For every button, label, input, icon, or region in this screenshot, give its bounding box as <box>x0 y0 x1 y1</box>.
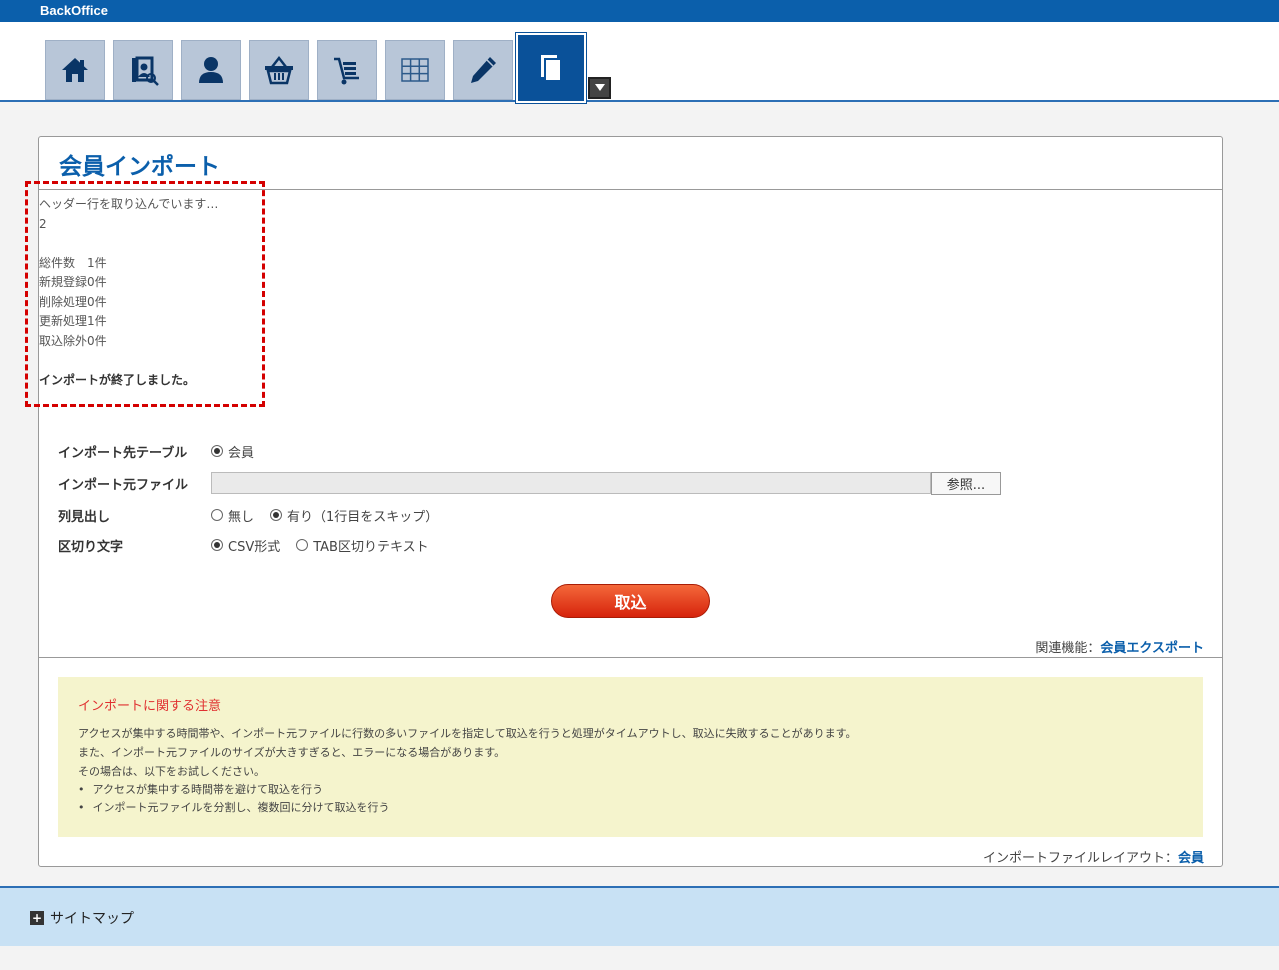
import-layout-reference: インポートファイルレイアウト：会員 <box>983 847 1204 866</box>
user-icon <box>199 57 223 83</box>
target-table-option-label: 会員 <box>228 445 255 461</box>
header-none-label: 無し <box>228 509 255 525</box>
page-title: 会員インポート <box>59 154 220 180</box>
grid-icon <box>401 58 429 82</box>
header-row: 列見出し 無し 有り（1行目をスキップ） <box>58 504 454 526</box>
home-icon <box>62 58 88 82</box>
delimiter-csv-label: CSV形式 <box>228 539 281 555</box>
cart-icon <box>334 57 359 85</box>
nav-edit-button[interactable] <box>453 40 513 100</box>
related-functions: 関連機能：会員エクスポート <box>1035 637 1204 656</box>
target-table-label: インポート先テーブル <box>58 445 188 461</box>
source-file-label: インポート元ファイル <box>58 477 189 493</box>
dropdown-arrow-icon <box>594 84 605 91</box>
plus-icon: + <box>30 911 44 925</box>
member-layout-link[interactable]: 会員 <box>1178 851 1204 866</box>
header-yes-option[interactable]: 有り（1行目をスキップ） <box>270 506 438 525</box>
sitemap-toggle[interactable]: + サイトマップ <box>30 908 134 928</box>
pencil-icon <box>471 57 496 83</box>
notes-line: また、インポート元ファイルのサイズが大きすぎると、エラーになる場合があります。 <box>78 746 506 759</box>
sitemap-label: サイトマップ <box>50 911 134 927</box>
section-divider <box>39 657 1222 658</box>
import-button[interactable]: 取込 <box>551 584 710 618</box>
top-bar: BackOffice <box>0 0 1279 22</box>
delimiter-label: 区切り文字 <box>58 539 124 555</box>
footer: + サイトマップ <box>0 886 1279 946</box>
delimiter-tab-label: TAB区切りテキスト <box>313 539 429 555</box>
nav-user-button[interactable] <box>181 40 241 100</box>
delimiter-csv-radio[interactable] <box>211 539 223 551</box>
related-label: 関連機能： <box>1035 641 1101 656</box>
nav-member-search-button[interactable] <box>113 40 173 100</box>
layout-label: インポートファイルレイアウト： <box>982 851 1178 866</box>
import-notes: インポートに関する注意 アクセスが集中する時間帯や、インポート元ファイルに行数の… <box>58 677 1203 837</box>
notes-bullet: アクセスが集中する時間帯を避けて取込を行う <box>78 781 1183 799</box>
member-search-icon <box>132 56 159 86</box>
nav-cart-button[interactable] <box>317 40 377 100</box>
nav-basket-button[interactable] <box>249 40 309 100</box>
source-file-row: インポート元ファイル 参照... <box>58 471 1001 495</box>
target-table-row: インポート先テーブル 会員 <box>58 440 270 462</box>
main-nav <box>0 22 1279 102</box>
member-export-link[interactable]: 会員エクスポート <box>1100 641 1204 656</box>
source-file-input[interactable] <box>211 472 931 494</box>
header-none-radio[interactable] <box>211 509 223 521</box>
target-table-radio[interactable] <box>211 445 223 457</box>
delimiter-tab-option[interactable]: TAB区切りテキスト <box>296 536 429 555</box>
nav-pages-button[interactable] <box>518 35 584 101</box>
nav-home-button[interactable] <box>45 40 105 100</box>
highlight-annotation <box>25 181 265 407</box>
notes-line: その場合は、以下をお試しください。 <box>78 765 265 778</box>
brand-label: BackOffice <box>40 3 108 18</box>
pages-icon <box>541 55 562 82</box>
header-none-option[interactable]: 無し <box>211 506 254 525</box>
delimiter-csv-option[interactable]: CSV形式 <box>211 536 280 555</box>
delimiter-row: 区切り文字 CSV形式 TAB区切りテキスト <box>58 534 445 556</box>
nav-grid-button[interactable] <box>385 40 445 100</box>
header-label: 列見出し <box>58 509 111 525</box>
nav-more-button[interactable] <box>588 77 611 99</box>
basket-icon <box>265 55 293 85</box>
header-yes-label: 有り（1行目をスキップ） <box>287 509 439 525</box>
notes-line: アクセスが集中する時間帯や、インポート元ファイルに行数の多いファイルを指定して取… <box>78 727 857 740</box>
target-table-option[interactable]: 会員 <box>211 442 254 461</box>
browse-button[interactable]: 参照... <box>931 471 1001 495</box>
delimiter-tab-radio[interactable] <box>296 539 309 551</box>
notes-bullet: インポート元ファイルを分割し、複数回に分けて取込を行う <box>78 799 1183 817</box>
header-yes-radio[interactable] <box>270 509 283 521</box>
notes-bullets: アクセスが集中する時間帯を避けて取込を行う インポート元ファイルを分割し、複数回… <box>78 781 1183 817</box>
notes-title: インポートに関する注意 <box>78 699 222 714</box>
